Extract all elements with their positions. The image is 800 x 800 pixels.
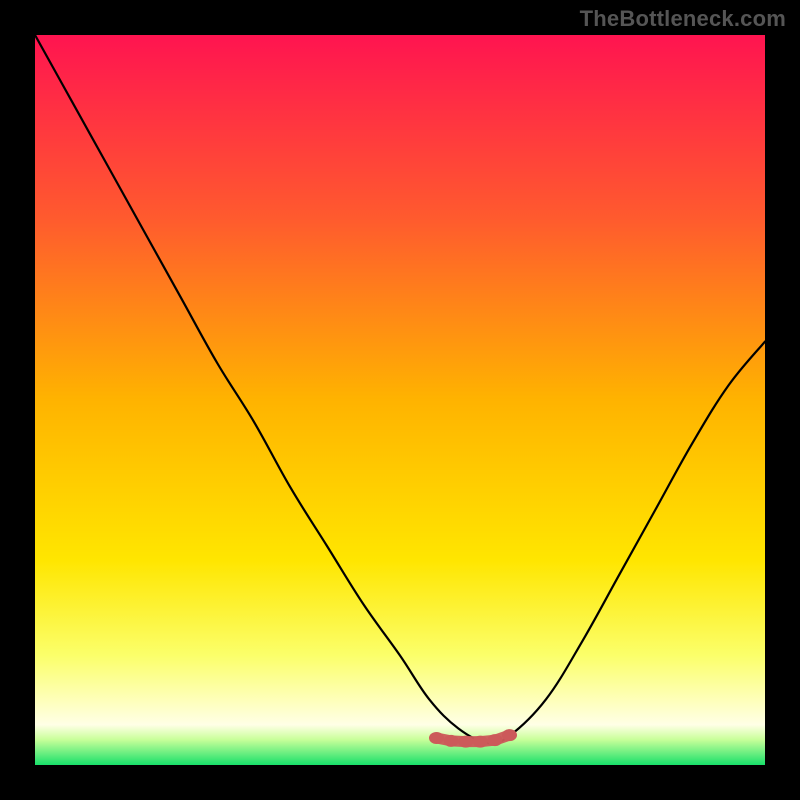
bottleneck-chart [35, 35, 765, 765]
chart-frame: { "watermark": "TheBottleneck.com", "col… [0, 0, 800, 800]
watermark: TheBottleneck.com [580, 6, 786, 32]
